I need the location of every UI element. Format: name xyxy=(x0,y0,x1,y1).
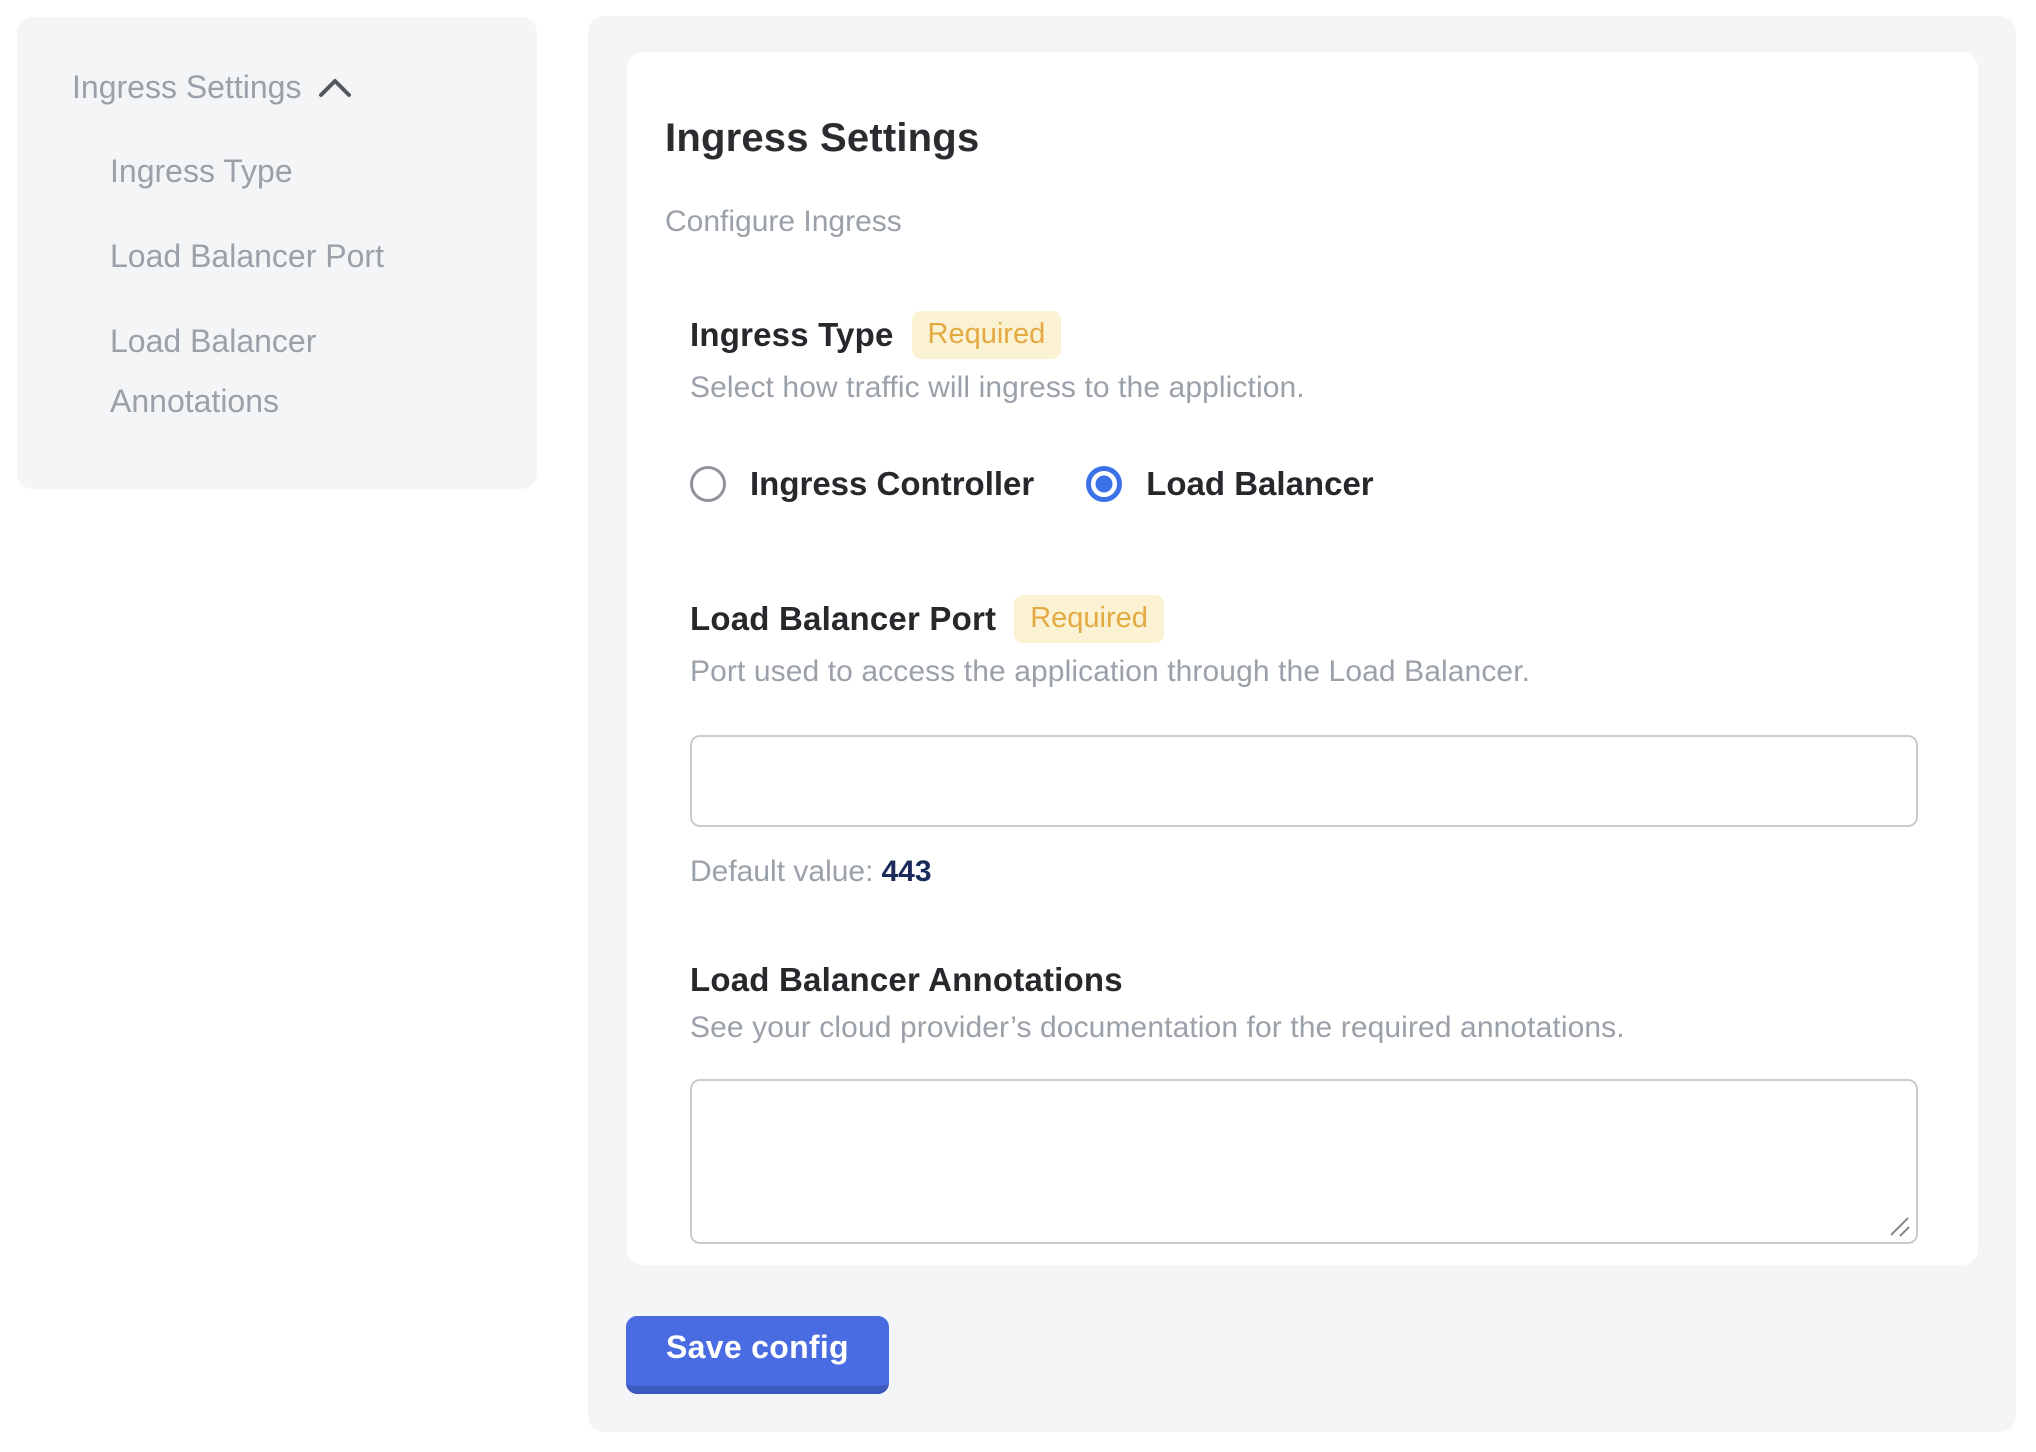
required-badge: Required xyxy=(912,311,1062,359)
ingress-type-description: Select how traffic will ingress to the a… xyxy=(690,371,1918,405)
load-balancer-annotations-label: Load Balancer Annotations xyxy=(690,961,1123,999)
radio-label: Ingress Controller xyxy=(750,465,1034,503)
save-config-button[interactable]: Save config xyxy=(626,1316,889,1394)
sidebar-item-list: Ingress Type Load Balancer Port Load Bal… xyxy=(72,141,507,431)
ingress-settings-panel: Ingress Settings Configure Ingress Ingre… xyxy=(588,16,2016,1432)
radio-option-load-balancer[interactable]: Load Balancer xyxy=(1086,465,1373,503)
page-subtitle: Configure Ingress xyxy=(665,205,1918,239)
sidebar-item-ingress-type[interactable]: Ingress Type xyxy=(110,141,460,201)
load-balancer-annotations-textarea[interactable] xyxy=(690,1079,1918,1244)
ingress-settings-card: Ingress Settings Configure Ingress Ingre… xyxy=(627,52,1978,1265)
radio-option-ingress-controller[interactable]: Ingress Controller xyxy=(690,465,1034,503)
page-title: Ingress Settings xyxy=(665,116,1918,161)
load-balancer-annotations-description: See your cloud provider’s documentation … xyxy=(690,1011,1918,1045)
sidebar-item-load-balancer-annotations[interactable]: Load Balancer Annotations xyxy=(110,311,460,431)
ingress-type-label: Ingress Type xyxy=(690,316,894,354)
settings-sidebar: Ingress Settings Ingress Type Load Balan… xyxy=(17,17,537,489)
chevron-up-icon[interactable] xyxy=(317,76,353,100)
section-load-balancer-annotations: Load Balancer Annotations See your cloud… xyxy=(690,961,1918,1244)
default-value-number: 443 xyxy=(881,855,931,888)
sidebar-group-ingress-settings[interactable]: Ingress Settings xyxy=(72,65,507,109)
section-load-balancer-port: Load Balancer Port Required Port used to… xyxy=(690,595,1918,889)
section-ingress-type: Ingress Type Required Select how traffic… xyxy=(690,311,1918,503)
resize-handle-icon[interactable] xyxy=(1887,1213,1913,1239)
load-balancer-port-label: Load Balancer Port xyxy=(690,600,996,638)
load-balancer-port-description: Port used to access the application thro… xyxy=(690,655,1918,689)
default-value-line: Default value:443 xyxy=(690,855,1918,889)
radio-circle-icon[interactable] xyxy=(1086,466,1122,502)
radio-label: Load Balancer xyxy=(1146,465,1373,503)
default-value-label: Default value: xyxy=(690,855,873,888)
radio-circle-icon[interactable] xyxy=(690,466,726,502)
ingress-type-options: Ingress Controller Load Balancer xyxy=(690,465,1918,503)
sidebar-group-title[interactable]: Ingress Settings xyxy=(72,65,301,109)
sidebar-item-load-balancer-port[interactable]: Load Balancer Port xyxy=(110,226,460,286)
required-badge: Required xyxy=(1014,595,1164,643)
load-balancer-port-input[interactable] xyxy=(690,735,1918,827)
